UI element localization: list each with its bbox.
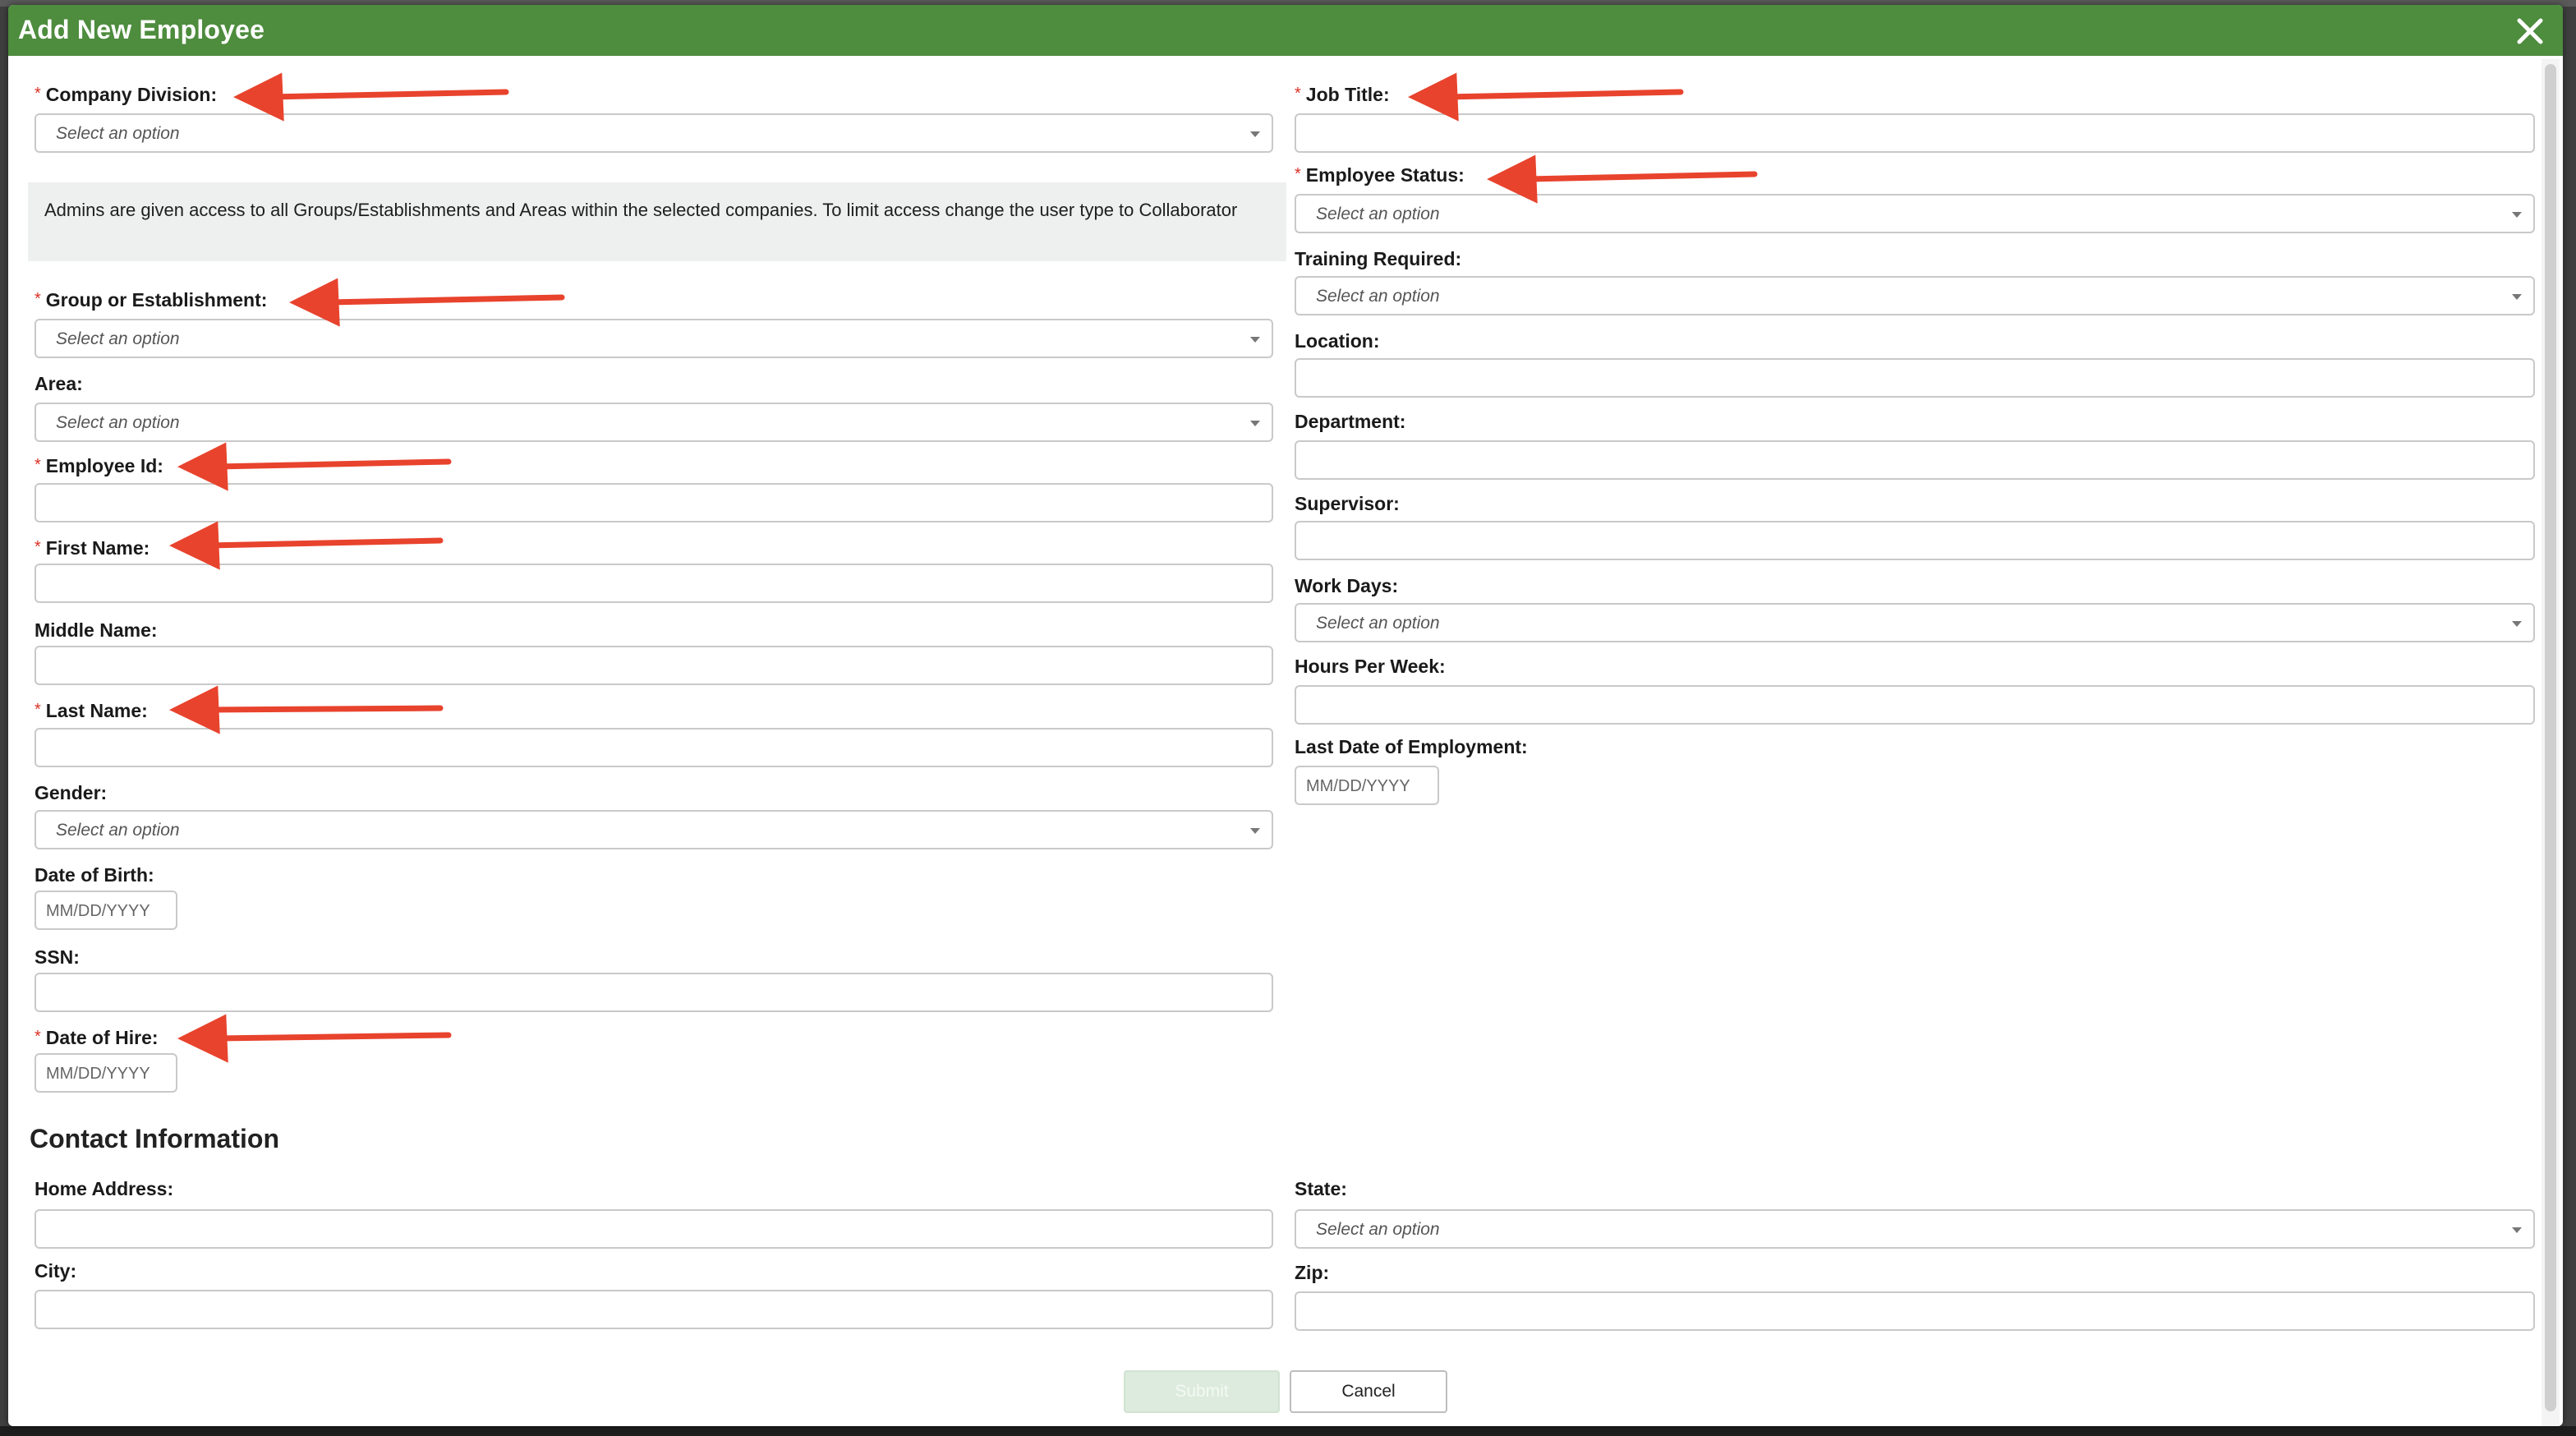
red-arrow-icon <box>1487 154 1758 204</box>
red-arrow-icon <box>177 442 452 491</box>
red-arrow-icon <box>289 278 565 327</box>
red-arrow-icon <box>169 521 444 570</box>
red-arrow-icon <box>177 1014 452 1063</box>
red-arrow-icon <box>233 72 509 122</box>
red-arrow-icon <box>169 685 444 734</box>
annotation-arrows <box>169 72 1758 1063</box>
red-arrow-icon <box>1408 72 1684 122</box>
add-employee-modal: Add New Employee * Company Division: Sele… <box>8 5 2563 1426</box>
background-page-footer <box>0 1426 2576 1436</box>
